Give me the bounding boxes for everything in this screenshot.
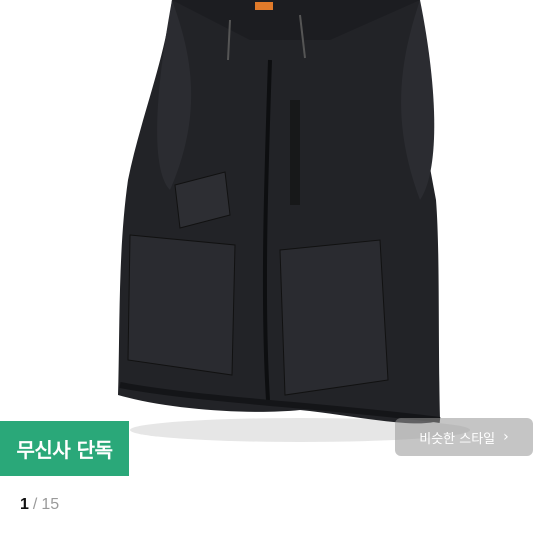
- chevron-right-icon: ›: [503, 429, 509, 445]
- image-page-counter: 1/15: [20, 496, 59, 514]
- total-pages: 15: [41, 496, 60, 513]
- product-image-gallery[interactable]: 무신사 단독 비슷한 스타일 ›: [0, 0, 555, 480]
- current-page: 1: [20, 496, 29, 513]
- page-separator: /: [32, 496, 38, 513]
- exclusive-badge: 무신사 단독: [0, 421, 129, 476]
- similar-style-button[interactable]: 비슷한 스타일 ›: [395, 418, 533, 456]
- similar-style-label: 비슷한 스타일: [419, 431, 496, 447]
- product-image: [118, 0, 470, 442]
